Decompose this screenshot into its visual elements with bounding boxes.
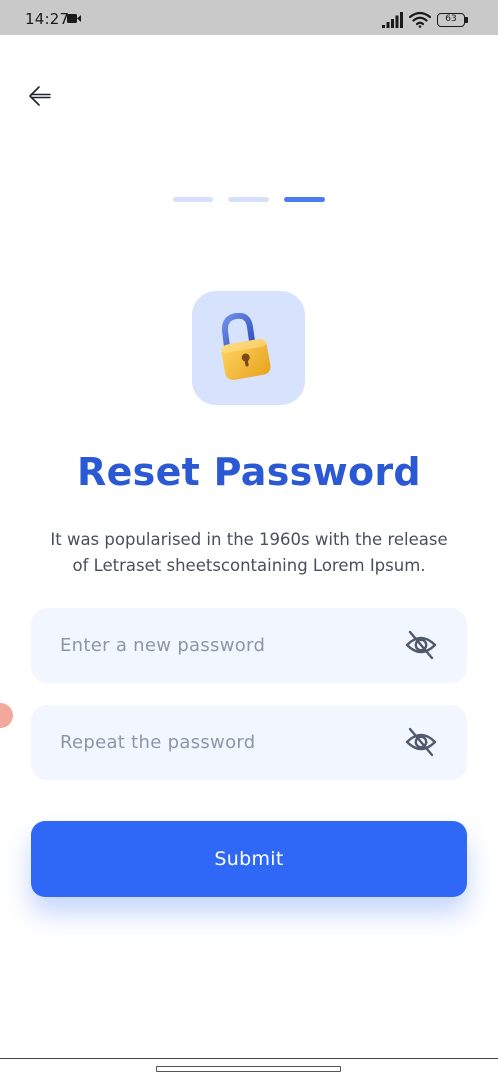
signal-icon xyxy=(382,12,403,28)
navigation-bar-divider xyxy=(0,1058,498,1059)
page-title: Reset Password xyxy=(77,450,421,494)
repeat-password-field xyxy=(31,705,467,780)
battery-level: 63 xyxy=(437,13,465,27)
back-button[interactable] xyxy=(27,84,53,108)
step-1-indicator xyxy=(173,197,213,202)
battery-icon: 63 xyxy=(437,13,468,27)
description-text: It was popularised in the 1960s with the… xyxy=(20,527,478,579)
new-password-visibility-toggle[interactable] xyxy=(405,630,437,660)
step-2-indicator xyxy=(228,197,269,202)
new-password-input[interactable] xyxy=(60,608,400,683)
reset-password-screen: 14:27 63 Reset Password It was popularis… xyxy=(0,0,498,1080)
wifi-icon xyxy=(409,11,431,28)
repeat-password-visibility-toggle[interactable] xyxy=(405,727,437,757)
description-line-1: It was popularised in the 1960s with the… xyxy=(50,530,448,549)
submit-button[interactable]: Submit xyxy=(31,821,467,897)
repeat-password-input[interactable] xyxy=(60,705,400,780)
battery-cap xyxy=(465,17,468,23)
status-time: 14:27 xyxy=(25,10,70,28)
description-line-2: of Letraset sheetscontaining Lorem Ipsum… xyxy=(72,556,426,575)
eye-off-icon xyxy=(405,630,437,660)
arrow-left-icon xyxy=(29,86,51,106)
video-camera-icon xyxy=(67,14,81,23)
eye-off-icon xyxy=(405,727,437,757)
home-indicator[interactable] xyxy=(156,1066,341,1072)
new-password-field xyxy=(31,608,467,683)
padlock-icon xyxy=(220,313,271,380)
step-3-indicator-active xyxy=(284,197,325,202)
step-indicator xyxy=(173,197,325,203)
floating-dot xyxy=(0,703,13,728)
lock-illustration-tile xyxy=(192,291,305,405)
status-bar: 14:27 63 xyxy=(0,0,498,35)
